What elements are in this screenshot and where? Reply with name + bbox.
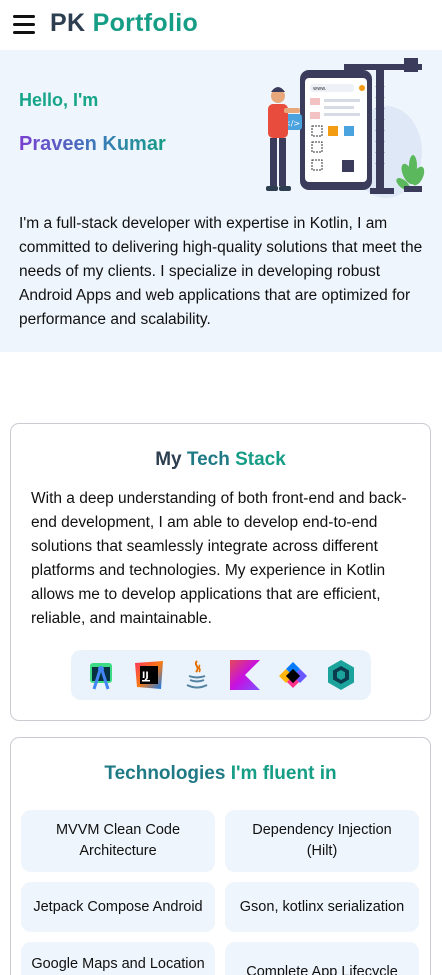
tech-pill: Dependency Injection (Hilt) xyxy=(225,810,419,872)
tech-stack-title-tech: Tech xyxy=(186,449,230,470)
tech-pill: MVVM Clean Code Architecture xyxy=(21,810,215,872)
tech-stack-title-my: My xyxy=(155,449,182,470)
tech-pill: Jetpack Compose Android xyxy=(21,882,215,932)
technologies-card: Technologies I'm fluent in MVVM Clean Co… xyxy=(10,737,431,975)
technologies-title-fluent: I'm fluent in xyxy=(230,763,337,784)
tech-stack-description: With a deep understanding of both front-… xyxy=(31,490,407,627)
technologies-title-word: Technologies xyxy=(104,763,226,784)
ktor-icon xyxy=(325,659,357,691)
illustration-url-text: www. xyxy=(313,86,327,92)
tech-pill: Google Maps and Location xyxy=(21,942,215,975)
hero-section: Hello, I'm Praveen Kumar www. </> I'm a … xyxy=(0,50,442,352)
developer-illustration: www. </> xyxy=(266,58,425,198)
tech-stack-title: My Tech Stack xyxy=(11,449,430,471)
jetpack-compose-icon xyxy=(277,659,309,691)
app-header: PK Portfolio xyxy=(0,0,442,50)
tech-icon-tray: IJ xyxy=(71,650,371,700)
intellij-idea-icon: IJ xyxy=(133,659,165,691)
tech-pill: Gson, kotlinx serialization xyxy=(225,882,419,932)
intellij-glyph: IJ xyxy=(142,671,149,681)
hero-greeting: Hello, I'm xyxy=(19,90,99,110)
brand-portfolio: Portfolio xyxy=(92,9,199,37)
hero-bio: I'm a full-stack developer with expertis… xyxy=(19,215,423,328)
hamburger-menu-icon[interactable] xyxy=(13,15,35,35)
brand-logo[interactable]: PK Portfolio xyxy=(50,9,198,38)
java-icon xyxy=(181,659,213,691)
android-studio-icon xyxy=(85,659,117,691)
technologies-title: Technologies I'm fluent in xyxy=(11,763,430,785)
tech-stack-card: My Tech Stack With a deep understanding … xyxy=(10,423,431,721)
brand-pk: PK xyxy=(50,9,86,37)
tech-stack-title-stack: Stack xyxy=(235,449,286,470)
tech-pill: Complete App Lifecycle xyxy=(225,942,419,975)
kotlin-icon xyxy=(229,659,261,691)
hero-name: Praveen Kumar xyxy=(19,133,166,155)
